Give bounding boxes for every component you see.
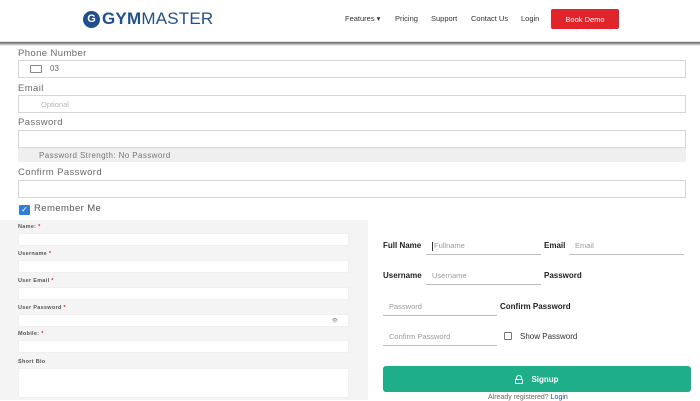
full-name-label: Full Name (383, 241, 422, 250)
password-strength-text: Password Strength: No Password (39, 151, 171, 160)
required-mark: * (48, 251, 52, 257)
user-password-input[interactable]: 👁 (18, 314, 349, 327)
email-placeholder: Optional (41, 100, 69, 109)
password-label-right: Password (544, 271, 582, 280)
remember-me-label[interactable]: Remember Me (34, 203, 101, 214)
logo-master-text: MASTER (141, 9, 214, 28)
email-label: Email (18, 83, 44, 94)
nav-contact-us[interactable]: Contact Us (471, 14, 508, 23)
email-field[interactable]: Optional (18, 95, 686, 113)
flag-icon[interactable] (30, 65, 42, 73)
username-label-right: Username (383, 271, 422, 280)
required-mark: * (51, 278, 54, 284)
full-name-placeholder: Fullname (434, 241, 465, 250)
nav-features[interactable]: Features ▾ (345, 14, 380, 23)
full-name-input[interactable]: Fullname (426, 239, 541, 255)
confirm-password-label: Confirm Password (18, 167, 103, 178)
user-email-label-text: User Email (18, 278, 50, 284)
password-label: Password (18, 117, 63, 128)
username-input[interactable] (18, 260, 349, 273)
mobile-label-text: Mobile: (18, 331, 40, 337)
name-label: Name: * (18, 224, 41, 230)
password-field[interactable] (18, 130, 686, 148)
name-label-text: Name: (18, 224, 37, 230)
mobile-label: Mobile: * (18, 331, 44, 337)
user-email-input[interactable] (18, 287, 349, 300)
password-input-right[interactable]: Password (383, 300, 497, 316)
show-password-label[interactable]: Show Password (520, 332, 577, 341)
user-email-label: User Email * (18, 278, 54, 284)
site-header: G GYMMASTER Features ▾ Pricing Support C… (0, 0, 700, 42)
header-shadow (0, 42, 700, 46)
phone-number-field[interactable]: 03 (18, 60, 686, 78)
confirm-password-field[interactable] (18, 180, 686, 198)
short-bio-label: Short Bio (18, 359, 46, 365)
mobile-input[interactable] (18, 340, 349, 353)
text-caret (432, 241, 433, 251)
password-strength-bar: Password Strength: No Password (18, 148, 686, 162)
logo-gym-text: GYM (102, 9, 142, 28)
signup-label: Signup (531, 374, 559, 384)
required-mark: * (63, 305, 66, 311)
signup-button[interactable]: Signup (383, 366, 691, 392)
phone-number-value: 03 (50, 64, 59, 73)
eye-icon[interactable]: 👁 (332, 318, 338, 324)
show-password-checkbox[interactable] (504, 332, 512, 340)
phone-number-label: Phone Number (18, 48, 87, 59)
username-label: Username * (18, 251, 51, 257)
confirm-password-label-right: Confirm Password (500, 302, 571, 311)
email-label-right: Email (544, 241, 566, 250)
confirm-password-input-right[interactable]: Confirm Password (383, 330, 497, 346)
user-password-label-text: User Password (18, 305, 62, 311)
gymmaster-logo[interactable]: G GYMMASTER (83, 9, 213, 29)
name-input[interactable] (18, 233, 349, 246)
nav-login[interactable]: Login (521, 14, 539, 23)
required-mark: * (41, 331, 44, 337)
email-input-right[interactable]: Email (569, 239, 684, 255)
remember-me-checkbox[interactable]: ✓ (19, 205, 30, 215)
nav-support[interactable]: Support (431, 14, 457, 23)
nav-pricing[interactable]: Pricing (395, 14, 418, 23)
user-password-label: User Password * (18, 305, 66, 311)
logo-text: GYMMASTER (102, 9, 213, 29)
username-label-text: Username (18, 251, 47, 257)
logo-mark-icon: G (83, 10, 100, 28)
book-demo-button[interactable]: Book Demo (551, 9, 619, 29)
short-bio-textarea[interactable] (18, 368, 349, 398)
lock-icon (515, 374, 524, 384)
username-input-right[interactable]: Username (426, 269, 541, 285)
required-mark: * (38, 224, 41, 230)
